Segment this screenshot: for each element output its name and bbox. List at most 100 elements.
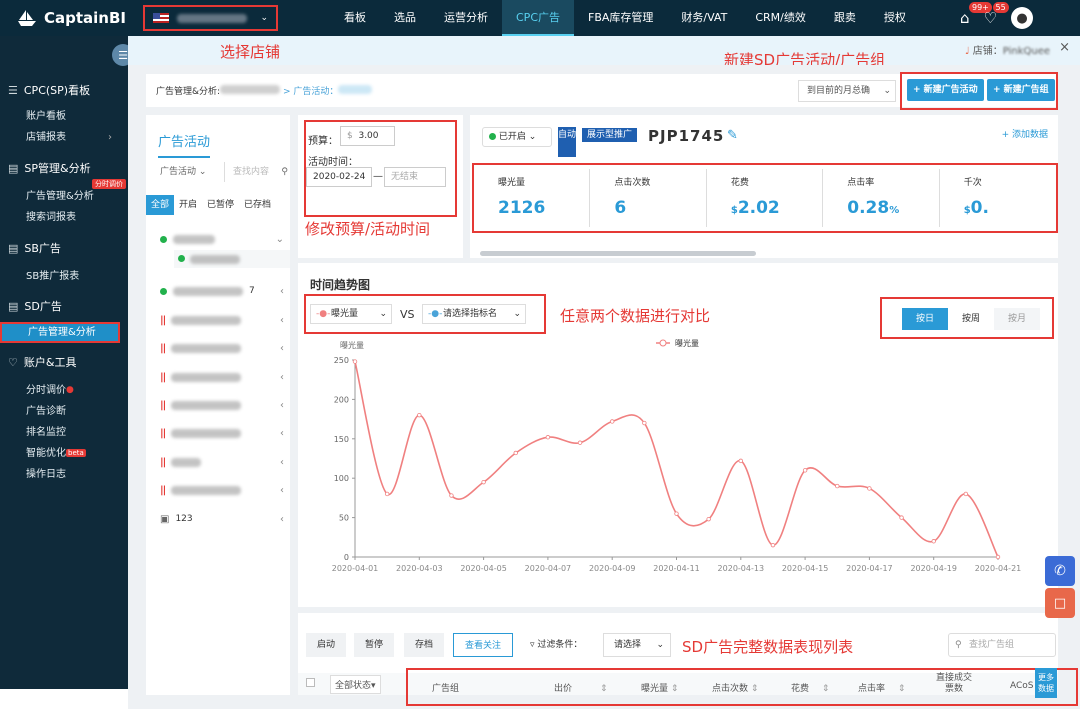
campaign-search-input[interactable]: 查找内容 ⚲ — [224, 162, 290, 182]
sort-icon: ⇕ — [897, 684, 906, 694]
ad-group-search-input[interactable]: ⚲ 查找广告组 — [948, 633, 1056, 657]
sidebar-group-title[interactable]: SP管理&分析 — [24, 160, 90, 176]
sidebar-item-timed-bid[interactable]: 分时调价● — [0, 380, 128, 401]
start-date-input[interactable]: 2020-02-24 — [306, 167, 372, 187]
gift-icon[interactable]: □ — [1045, 588, 1075, 618]
sidebar-item-sp-manage[interactable]: 分时调价 广告管理&分析 — [0, 179, 128, 207]
captainbi-logo[interactable]: CaptainBI — [0, 9, 130, 27]
list-item[interactable]: || ‹ — [160, 452, 284, 472]
list-item[interactable]: || ‹ — [160, 480, 284, 500]
sidebar-group-title[interactable]: CPC(SP)看板 — [24, 82, 90, 98]
metric-spend: 花费 $2.02 — [707, 169, 824, 227]
col-clicks[interactable]: 点击次数 ⇕ — [712, 681, 758, 694]
nav-crm[interactable]: CRM/绩效 — [741, 0, 820, 36]
status-select[interactable]: 已开启 ⌄ — [482, 127, 552, 147]
list-item[interactable]: ▣ 123 ‹ — [160, 509, 284, 529]
col-impressions[interactable]: 曝光量 ⇕ — [641, 681, 678, 694]
nav-product-selection[interactable]: 选品 — [380, 0, 430, 36]
start-button[interactable]: 启动 — [306, 633, 346, 657]
nav-follow-sell[interactable]: 跟卖 — [820, 0, 870, 36]
col-ctr[interactable]: 点击率 ⇕ — [858, 681, 905, 694]
list-item[interactable]: || ‹ — [160, 310, 284, 330]
list-item[interactable]: ⌄ — [160, 229, 284, 249]
list-item[interactable]: || ‹ — [160, 367, 284, 387]
data-point — [963, 491, 969, 497]
sidebar-group-title[interactable]: SB广告 — [24, 240, 61, 256]
sidebar-item-search-term-report[interactable]: 搜索词报表 — [0, 207, 128, 228]
col-direct-orders[interactable]: 直接成交票数 — [935, 673, 973, 695]
sidebar-item-rank-monitor[interactable]: 排名监控 — [0, 422, 128, 443]
sidebar-item-account-board[interactable]: 账户看板 — [0, 106, 128, 127]
data-point — [513, 450, 518, 456]
col-acos[interactable]: ACoS — [1010, 681, 1034, 691]
pause-button[interactable]: 暂停 — [354, 633, 394, 657]
x-tick-label: 2020-04-15 — [782, 564, 829, 573]
metric-clicks: 点击次数 6 — [590, 169, 707, 227]
chevron-left-icon: ‹ — [280, 484, 284, 496]
nav-authorization[interactable]: 授权 — [870, 0, 920, 36]
new-ad-group-button[interactable]: + 新建广告组 — [987, 79, 1055, 101]
list-item[interactable]: || ‹ — [160, 338, 284, 358]
pause-icon: || — [160, 371, 166, 383]
col-spend[interactable]: 花费 ⇕ — [791, 681, 829, 694]
filter-select[interactable]: 请选择 ⌄ — [603, 633, 671, 657]
main-nav: 看板 选品 运营分析 CPC广告 FBA库存管理 财务/VAT CRM/绩效 跟… — [330, 0, 920, 36]
store-selector[interactable]: ⌄ — [143, 5, 278, 31]
ad-type-tag: 展示型推广 — [582, 128, 638, 142]
period-select[interactable]: 到目前的月总确 ⌄ — [798, 80, 896, 102]
bell-badge: 55 — [992, 2, 1009, 13]
select-all-checkbox[interactable] — [306, 678, 315, 687]
annotation-compare: 任意两个数据进行对比 — [560, 307, 711, 325]
chevron-left-icon: ‹ — [280, 342, 284, 354]
sidebar-item-operation-log[interactable]: 操作日志 — [0, 464, 128, 485]
nav-finance-vat[interactable]: 财务/VAT — [667, 0, 741, 36]
sidebar-item-store-report[interactable]: 店铺报表 › — [0, 127, 128, 148]
sidebar-item-smart-optimize[interactable]: 智能优化 beta — [0, 443, 128, 464]
message-icon[interactable]: ⌂ 99+ — [960, 2, 992, 27]
new-campaign-button[interactable]: + 新建广告活动 — [907, 79, 984, 101]
col-ad-group[interactable]: 广告组 — [432, 681, 459, 694]
speaker-icon: ♩ — [964, 46, 970, 57]
nav-operation-analysis[interactable]: 运营分析 — [430, 0, 502, 36]
annotation-select-store: 选择店铺 — [220, 43, 281, 61]
sidebar-group-title[interactable]: 账户&工具 — [24, 354, 77, 370]
tab-paused[interactable]: 已暂停 — [202, 195, 239, 215]
close-icon[interactable]: × — [1059, 40, 1070, 55]
status-filter-select[interactable]: 全部状态▾ — [330, 675, 381, 694]
budget-input[interactable]: $ 3.00 — [340, 126, 395, 146]
sort-icon: ⇕ — [821, 684, 830, 694]
nav-cpc-ads[interactable]: CPC广告 — [502, 0, 574, 36]
sidebar: ☰ ☰ CPC(SP)看板 账户看板 店铺报表 › ▤ SP管理&分析 分时调价 广告管… — [0, 36, 134, 689]
sidebar-item-sd-manage[interactable]: 广告管理&分析 — [0, 322, 120, 343]
bell-icon[interactable]: ♡ 55 — [984, 2, 1009, 27]
series-line-impressions — [354, 361, 999, 558]
y-tick-label: 0 — [344, 553, 349, 562]
list-item-selected[interactable] — [174, 250, 290, 268]
tab-enabled[interactable]: 开启 — [174, 195, 202, 215]
more-data-button[interactable]: 更多数据 — [1035, 668, 1057, 698]
tab-archived[interactable]: 已存档 — [239, 195, 276, 215]
sidebar-group-cpc: ☰ CPC(SP)看板 账户看板 店铺报表 › — [0, 78, 128, 148]
tab-all[interactable]: 全部 — [146, 195, 175, 215]
list-item[interactable]: || ‹ — [160, 423, 284, 443]
avatar[interactable]: ● — [1010, 7, 1033, 29]
end-date-input[interactable]: 无结束 — [384, 167, 446, 187]
list-item[interactable]: 7 ‹ — [160, 281, 284, 301]
support-headset-icon[interactable]: ✆ — [1045, 556, 1075, 586]
sidebar-item-ad-diagnosis[interactable]: 广告诊断 — [0, 401, 128, 422]
date-separator: — — [373, 171, 383, 182]
edit-icon[interactable]: ✎ — [727, 128, 738, 143]
sidebar-group-title[interactable]: SD广告 — [24, 298, 61, 314]
campaign-filter-select[interactable]: 广告活动 ⌄ — [152, 162, 224, 182]
add-data-link[interactable]: + 添加数据 — [1002, 127, 1048, 140]
list-item[interactable]: || ‹ — [160, 395, 284, 415]
horizontal-scrollbar[interactable] — [480, 251, 756, 256]
sidebar-item-sb-report[interactable]: SB推广报表 — [0, 266, 128, 287]
archive-button[interactable]: 存档 — [404, 633, 444, 657]
pause-icon: || — [160, 342, 166, 354]
view-watchlist-button[interactable]: 查看关注 — [453, 633, 513, 657]
nav-dashboard[interactable]: 看板 — [330, 0, 380, 36]
nav-fba-inventory[interactable]: FBA库存管理 — [574, 0, 667, 36]
data-point — [384, 491, 390, 497]
col-bid[interactable]: 出价 ⇕ — [554, 681, 608, 694]
